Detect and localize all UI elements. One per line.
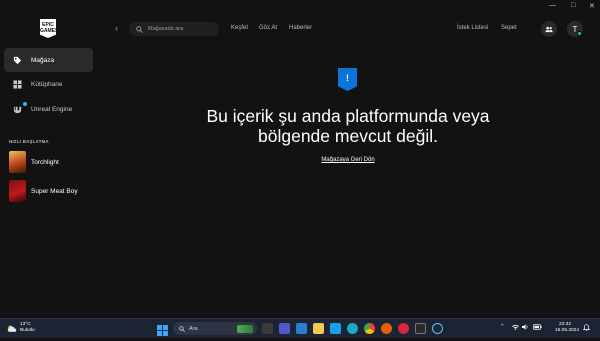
windows-start-icon[interactable] bbox=[157, 323, 168, 336]
firefox-icon[interactable] bbox=[381, 323, 392, 334]
unreal-engine-icon bbox=[13, 105, 22, 114]
super-meat-boy-thumbnail bbox=[9, 180, 26, 202]
wifi-icon[interactable] bbox=[512, 324, 519, 332]
search-icon bbox=[136, 25, 143, 33]
sidebar-item-library[interactable]: Kütüphane bbox=[4, 72, 93, 96]
torchlight-thumbnail bbox=[9, 151, 26, 173]
friends-button[interactable] bbox=[541, 21, 557, 37]
weather-widget[interactable]: 13°C Bulutlu bbox=[7, 322, 35, 334]
cloud-icon bbox=[7, 325, 17, 332]
search-icon bbox=[179, 325, 185, 332]
quick-launch-item-super-meat-boy[interactable]: Super Meat Boy bbox=[9, 180, 78, 202]
sidebar-item-label: Unreal Engine bbox=[31, 105, 73, 113]
search-highlight-image bbox=[237, 324, 253, 333]
tab-browse[interactable]: Göz At bbox=[259, 25, 277, 31]
back-arrow-icon[interactable]: ‹ bbox=[115, 23, 118, 33]
online-status-dot bbox=[577, 31, 582, 36]
store-icon[interactable] bbox=[330, 323, 341, 334]
tab-discover[interactable]: Keşfet bbox=[231, 25, 248, 31]
back-to-store-link[interactable]: Mağazaya Geri Dön bbox=[300, 157, 396, 163]
epic-games-launcher-window: — □ ✕ EPIC GAMES Mağaza Kütüphane Unreal… bbox=[0, 0, 600, 320]
unavailable-message: Bu içerik şu anda platformunda veya bölg… bbox=[206, 106, 490, 146]
sidebar-item-unreal-engine[interactable]: Unreal Engine bbox=[4, 97, 93, 121]
epic-games-taskbar-icon[interactable] bbox=[415, 323, 426, 334]
sidebar-item-store[interactable]: Mağaza bbox=[4, 48, 93, 72]
opera-icon[interactable] bbox=[398, 323, 409, 334]
weather-description: Bulutlu bbox=[20, 328, 35, 333]
tab-news[interactable]: Haberler bbox=[289, 25, 312, 31]
wishlist-link[interactable]: İstek Listesi bbox=[457, 25, 488, 31]
taskbar-search[interactable]: Ara bbox=[173, 322, 257, 335]
tag-icon bbox=[13, 56, 22, 65]
friends-icon bbox=[545, 26, 553, 32]
notification-dot bbox=[23, 102, 27, 106]
battery-icon[interactable] bbox=[533, 324, 542, 332]
epic-games-logo[interactable]: EPIC GAMES bbox=[40, 19, 56, 38]
chevron-up-icon[interactable]: ⌃ bbox=[500, 324, 505, 330]
quick-launch-label: Super Meat Boy bbox=[31, 187, 78, 195]
sidebar: EPIC GAMES Mağaza Kütüphane Unreal Engin… bbox=[0, 0, 100, 320]
quick-launch-label: Torchlight bbox=[31, 158, 59, 166]
windows-taskbar: 13°C Bulutlu Ara ⌃ 23:32 16.05.2024 bbox=[0, 318, 600, 338]
taskbar-clock[interactable]: 23:32 16.05.2024 bbox=[555, 322, 580, 334]
cart-link[interactable]: Sepet bbox=[501, 25, 517, 31]
store-search-input[interactable]: Mağazada ara bbox=[129, 22, 219, 36]
task-view-icon[interactable] bbox=[262, 323, 273, 334]
quick-launch-heading: HIZLI BAŞLATMA bbox=[9, 139, 49, 144]
steam-icon[interactable] bbox=[432, 323, 443, 334]
chrome-icon[interactable] bbox=[364, 323, 375, 334]
sidebar-item-label: Mağaza bbox=[31, 56, 55, 64]
quick-launch-item-torchlight[interactable]: Torchlight bbox=[9, 151, 59, 173]
teams-icon[interactable] bbox=[279, 323, 290, 334]
grid-icon bbox=[13, 79, 22, 89]
search-placeholder: Mağazada ara bbox=[148, 26, 184, 32]
sidebar-item-label: Kütüphane bbox=[31, 80, 63, 88]
minimize-icon[interactable]: — bbox=[549, 2, 556, 9]
taskbar-search-label: Ara bbox=[189, 325, 198, 332]
close-icon[interactable]: ✕ bbox=[589, 2, 595, 10]
notification-bell-icon[interactable] bbox=[582, 324, 591, 333]
alert-badge-icon: ! bbox=[338, 68, 357, 91]
volume-icon[interactable] bbox=[522, 324, 529, 332]
edge-icon[interactable] bbox=[347, 323, 358, 334]
clock-date: 16.05.2024 bbox=[555, 328, 580, 333]
maximize-icon[interactable]: □ bbox=[571, 2, 575, 9]
file-explorer-icon[interactable] bbox=[313, 323, 324, 334]
word-icon[interactable] bbox=[296, 323, 307, 334]
